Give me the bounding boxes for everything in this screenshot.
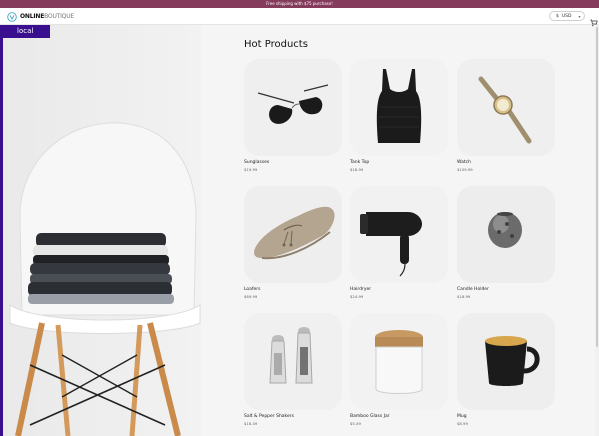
salt-and-pepper-shakers-image [244,313,342,410]
product-name[interactable]: Salt & Pepper Shakers [244,414,294,419]
product-card-salt-pepper-shakers[interactable]: Salt & Pepper Shakers $18.49 [244,313,342,426]
product-image[interactable] [350,59,448,156]
cart-button[interactable] [590,12,598,27]
hero-accent-bar [0,25,3,436]
product-card-sunglasses[interactable]: Sunglasses $19.99 [244,59,342,172]
product-price: $18.99 [350,167,364,172]
product-name[interactable]: Hairdryer [350,287,371,292]
currency-code: USD [561,13,572,19]
chair-with-folded-clothes-image [0,25,201,436]
page-scrollbar[interactable] [595,25,599,436]
product-card-candle-holder[interactable]: Candle Holder $18.99 [457,186,555,299]
product-price: $89.99 [244,294,258,299]
product-name[interactable]: Candle Holder [457,287,489,292]
product-name[interactable]: Bamboo Glass Jar [350,414,390,419]
product-image[interactable] [244,313,342,410]
scrollbar-thumb[interactable] [596,27,598,347]
product-card-hairdryer[interactable]: Hairdryer $24.99 [350,186,448,299]
product-card-tank-top[interactable]: Tank Top $18.99 [350,59,448,172]
sunglasses-image [244,59,342,156]
hairdryer-image [350,186,448,283]
logo-text-online: ONLINE [20,13,45,20]
product-price: $109.99 [457,167,473,172]
product-name[interactable]: Sunglasses [244,160,269,165]
loafers-image [244,186,342,283]
site-logo[interactable]: ONLINEBOUTIQUE [7,11,74,22]
product-price: $18.99 [457,294,471,299]
product-image[interactable] [244,186,342,283]
product-name[interactable]: Tank Top [350,160,369,165]
product-card-bamboo-glass-jar[interactable]: Bamboo Glass Jar $5.49 [350,313,448,426]
bamboo-glass-jar-image [350,313,448,410]
site-header: ONLINEBOUTIQUE $ USD ▾ [0,8,599,27]
product-image[interactable] [457,186,555,283]
product-image[interactable] [457,313,555,410]
currency-symbol: $ [556,13,559,19]
product-price: $19.99 [244,167,258,172]
product-price: $5.49 [350,421,361,426]
boutique-logo-icon [7,11,17,22]
tank-top-image [350,59,448,156]
chevron-down-icon: ▾ [578,13,581,19]
mug-image [457,313,555,410]
product-price: $24.99 [350,294,364,299]
product-card-mug[interactable]: Mug $8.99 [457,313,555,426]
product-image[interactable] [457,59,555,156]
watch-image [457,59,555,156]
product-name[interactable]: Mug [457,414,467,419]
hero-image: local [0,25,201,436]
product-name[interactable]: Loafers [244,287,261,292]
page-title: Hot Products [244,39,308,50]
cluster-label-badge: local [3,25,50,38]
candle-holder-image [457,186,555,283]
product-card-loafers[interactable]: Loafers $89.99 [244,186,342,299]
product-name[interactable]: Watch [457,160,471,165]
product-price: $8.99 [457,421,468,426]
logo-text-boutique: BOUTIQUE [44,13,74,20]
product-image[interactable] [350,313,448,410]
currency-selector[interactable]: $ USD ▾ [549,11,585,21]
product-image[interactable] [244,59,342,156]
product-price: $18.49 [244,421,258,426]
product-image[interactable] [350,186,448,283]
product-card-watch[interactable]: Watch $109.99 [457,59,555,172]
promo-banner: Free shipping with $75 purchase! [0,0,599,8]
